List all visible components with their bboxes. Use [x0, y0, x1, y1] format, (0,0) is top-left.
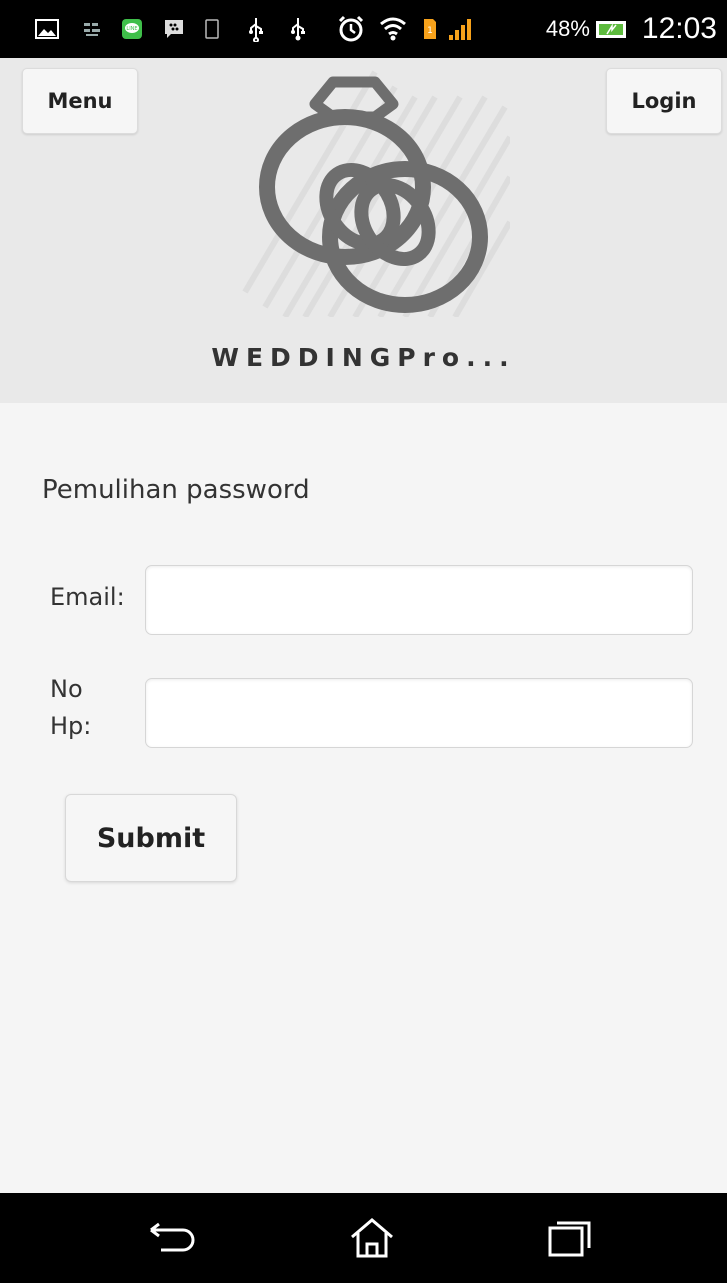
- signal-icon: [446, 14, 476, 44]
- home-icon[interactable]: [342, 1213, 402, 1263]
- wifi-icon: [378, 14, 408, 44]
- usb-icon: [246, 14, 266, 44]
- alarm-icon: [336, 14, 366, 44]
- phone-field[interactable]: [145, 678, 693, 748]
- line-icon: LINE: [120, 14, 144, 44]
- usb-debug-icon: [288, 14, 308, 44]
- battery-percent: 48%: [545, 16, 590, 41]
- app-header: Menu Login WEDDINGPro...: [0, 58, 727, 403]
- back-icon[interactable]: [142, 1213, 202, 1263]
- navigation-bar: [0, 1193, 727, 1283]
- bbm-icon: [162, 14, 186, 44]
- svg-text:1: 1: [427, 26, 433, 36]
- sim-icon: 1: [422, 14, 438, 44]
- clock: 12:03: [641, 12, 717, 45]
- email-label: Email:: [50, 583, 125, 611]
- email-field[interactable]: [145, 565, 693, 635]
- password-recovery-form: Pemulihan password Email: No Hp: Submit: [0, 403, 727, 1193]
- brand-title: WEDDINGPro...: [211, 343, 516, 372]
- submit-button[interactable]: Submit: [65, 794, 237, 882]
- recent-apps-icon[interactable]: [540, 1213, 600, 1263]
- phone-notification-icon: [204, 14, 220, 44]
- page-title: Pemulihan password: [42, 475, 310, 505]
- gallery-icon: [34, 14, 60, 44]
- status-right: 48% 12:03: [546, 0, 717, 58]
- notification-icons: LINE 1: [0, 14, 476, 44]
- menu-button[interactable]: Menu: [22, 68, 138, 134]
- status-bar: LINE 1 48% 12:03: [0, 0, 727, 58]
- battery-icon: [594, 14, 630, 44]
- wedding-rings-icon: [235, 62, 510, 317]
- svg-text:LINE: LINE: [126, 26, 137, 32]
- login-button[interactable]: Login: [606, 68, 722, 134]
- phone-label: No Hp:: [50, 675, 92, 740]
- app-notification-icon: [82, 14, 102, 44]
